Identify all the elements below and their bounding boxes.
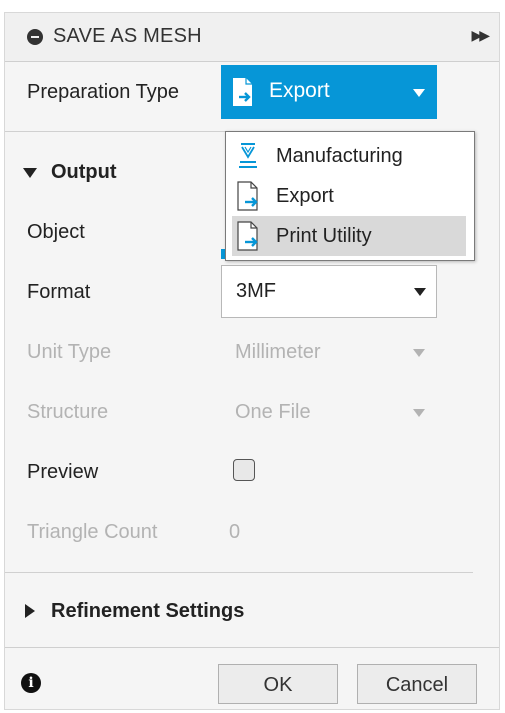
structure-label: Structure [27, 401, 109, 423]
chevron-down-icon [414, 288, 426, 296]
object-label: Object [27, 221, 85, 243]
dropdown-item-label: Export [276, 185, 334, 207]
dialog-footer: i OK Cancel [5, 647, 499, 710]
format-label: Format [27, 281, 91, 303]
triangle-count-label: Triangle Count [27, 521, 158, 543]
collapse-minus-icon[interactable] [27, 29, 43, 45]
dropdown-item-label: Print Utility [276, 225, 372, 247]
double-chevron-right-icon[interactable]: ▶▶ [471, 27, 489, 44]
save-as-mesh-dialog: SAVE AS MESH ▶▶ Preparation Type Export … [4, 12, 500, 710]
manufacturing-nozzle-icon [239, 143, 257, 168]
dialog-titlebar[interactable]: SAVE AS MESH ▶▶ [5, 13, 499, 62]
dialog-title: SAVE AS MESH [53, 25, 202, 47]
preparation-type-select[interactable]: Export [221, 65, 437, 119]
unit-type-select: Millimeter [235, 341, 321, 363]
dropdown-item-print-utility[interactable]: Print Utility [232, 216, 466, 256]
expand-triangle-icon[interactable] [23, 168, 37, 178]
triangle-count-value: 0 [229, 521, 241, 543]
preparation-type-label: Preparation Type [27, 81, 179, 103]
format-select[interactable]: 3MF [221, 265, 437, 318]
refinement-settings-header[interactable]: Refinement Settings [51, 600, 244, 623]
cancel-button[interactable]: Cancel [357, 664, 477, 704]
chevron-down-icon [413, 89, 425, 97]
chevron-down-icon [413, 409, 425, 417]
preview-label: Preview [27, 461, 99, 483]
divider [5, 572, 473, 573]
output-section-header[interactable]: Output [51, 161, 117, 184]
structure-select: One File [235, 401, 311, 423]
format-value: 3MF [236, 280, 276, 302]
export-document-icon [237, 181, 258, 211]
ok-button[interactable]: OK [218, 664, 338, 704]
export-document-icon [233, 78, 252, 106]
unit-type-label: Unit Type [27, 341, 112, 363]
print-utility-document-icon [237, 221, 258, 251]
dropdown-item-export[interactable]: Export [232, 176, 466, 216]
info-icon[interactable]: i [21, 673, 41, 693]
expand-triangle-icon[interactable] [25, 604, 35, 618]
dropdown-item-label: Manufacturing [276, 145, 403, 167]
preparation-type-value: Export [269, 79, 330, 102]
preview-checkbox[interactable] [233, 459, 255, 481]
chevron-down-icon [413, 349, 425, 357]
dropdown-item-manufacturing[interactable]: Manufacturing [232, 136, 466, 176]
preparation-type-dropdown: Manufacturing Export Print Utility [225, 131, 475, 261]
